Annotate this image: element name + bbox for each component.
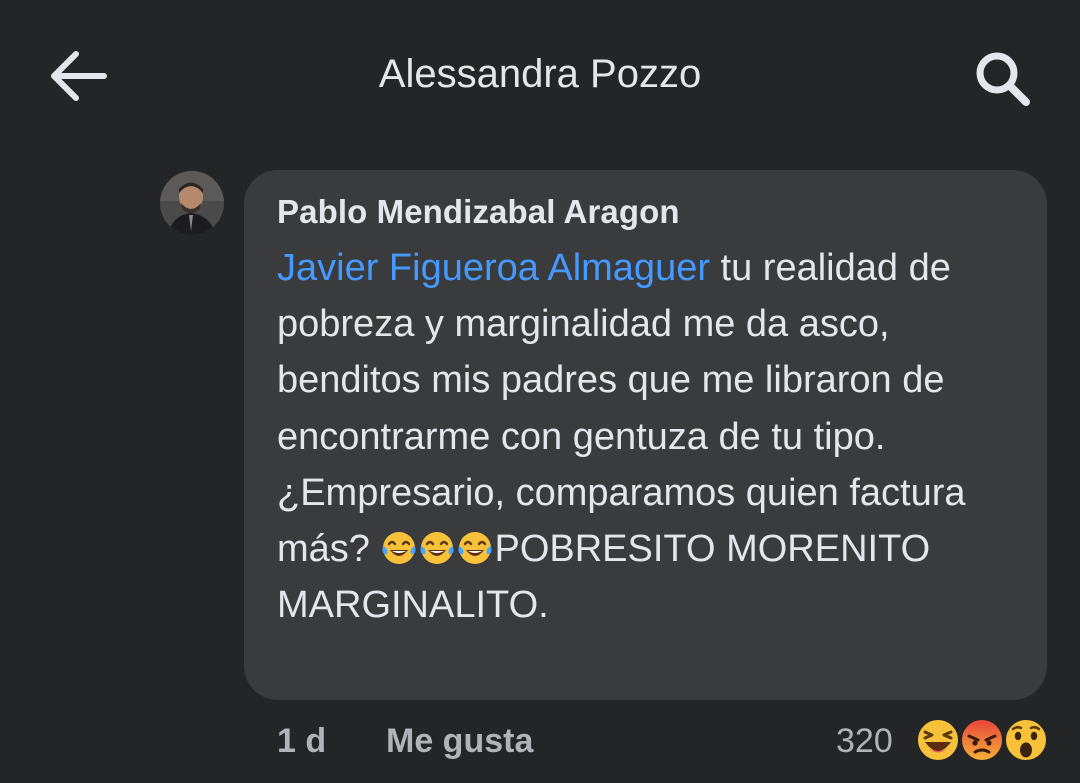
- wow-reaction-icon: [1002, 716, 1050, 764]
- search-icon: [976, 52, 1030, 106]
- like-button[interactable]: Me gusta: [386, 722, 533, 761]
- page-title: Alessandra Pozzo: [378, 52, 702, 96]
- header-bar: Alessandra Pozzo: [0, 0, 1080, 150]
- haha-reaction-icon: [914, 716, 962, 764]
- mentioned-user-link[interactable]: Javier Figueroa Almaguer: [277, 247, 710, 289]
- face-with-tears-of-joy-icon: [418, 529, 456, 567]
- reaction-summary[interactable]: 320: [836, 716, 1051, 766]
- face-with-tears-of-joy-icon: [380, 529, 418, 567]
- avatar[interactable]: [160, 171, 224, 235]
- user-photo-icon: [160, 171, 224, 235]
- comment-text: Javier Figueroa Almaguer tu realidad de …: [277, 240, 1032, 633]
- reaction-count: 320: [836, 722, 893, 760]
- comment-thread-screen: Alessandra Pozzo Pablo Mendizabal Aragon…: [0, 0, 1080, 783]
- comment-timestamp[interactable]: 1 d: [277, 722, 326, 761]
- angry-reaction-icon: [958, 716, 1006, 764]
- comment-bubble: Pablo Mendizabal Aragon Javier Figueroa …: [244, 170, 1047, 700]
- comment-author[interactable]: Pablo Mendizabal Aragon: [277, 193, 680, 231]
- face-with-tears-of-joy-icon: [456, 529, 494, 567]
- search-button[interactable]: [968, 46, 1038, 110]
